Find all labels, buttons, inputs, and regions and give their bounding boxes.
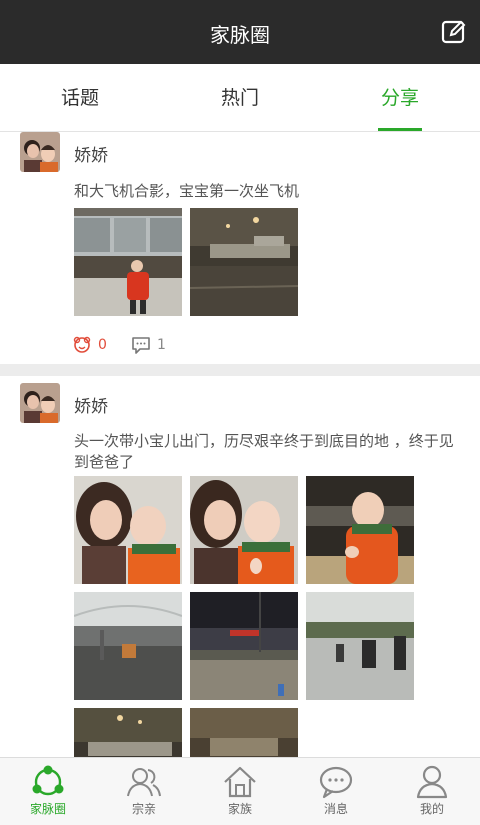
bottom-nav: 家脉圈 宗亲 家族 消息 我的 — [0, 757, 480, 825]
post-photo[interactable] — [306, 476, 414, 584]
comment-count: 1 — [157, 337, 166, 353]
home-icon — [224, 766, 256, 798]
post-item: 娇娇 头一次带小宝儿出门，历尽艰辛终于到底目的地 ，终于见到爸爸了 — [0, 376, 480, 757]
post-photo[interactable] — [74, 708, 182, 757]
tab-topics[interactable]: 话题 — [0, 64, 160, 132]
like-count: 0 — [98, 337, 107, 353]
tab-popular[interactable]: 热门 — [160, 64, 320, 132]
post-photo[interactable] — [190, 592, 298, 700]
active-tab-indicator — [378, 128, 422, 131]
post-photo[interactable] — [190, 708, 298, 757]
post-text: 和大飞机合影，宝宝第一次坐飞机 — [74, 182, 300, 200]
post-item: 娇娇 和大飞机合影，宝宝第一次坐飞机 0 1 — [0, 132, 480, 364]
message-icon — [319, 766, 353, 799]
comment-button[interactable]: 1 — [131, 335, 166, 355]
post-author[interactable]: 娇娇 — [74, 392, 108, 417]
post-photo[interactable] — [190, 476, 298, 584]
nav-clan[interactable]: 家族 — [192, 758, 288, 825]
nav-family-circle[interactable]: 家脉圈 — [0, 758, 96, 825]
post-photo[interactable] — [74, 476, 182, 584]
profile-icon — [416, 765, 448, 799]
feed-list[interactable]: 娇娇 和大飞机合影，宝宝第一次坐飞机 0 1 娇娇 头一次带小宝儿出门，历尽艰辛… — [0, 132, 480, 757]
nav-label: 消息 — [323, 802, 348, 816]
post-photo[interactable] — [74, 592, 182, 700]
post-divider — [0, 364, 480, 376]
tab-share[interactable]: 分享 — [320, 64, 480, 132]
tab-bar: 话题 热门 分享 — [0, 64, 480, 132]
page-title: 家脉圈 — [210, 23, 270, 47]
avatar[interactable] — [20, 383, 60, 423]
nav-profile[interactable]: 我的 — [384, 758, 480, 825]
post-text: 头一次带小宝儿出门，历尽艰辛终于到底目的地 ，终于见到爸爸了 — [74, 432, 454, 471]
family-circle-icon — [32, 765, 64, 796]
nav-relatives[interactable]: 宗亲 — [96, 758, 192, 825]
relatives-icon — [127, 768, 161, 797]
nav-label: 家脉圈 — [29, 802, 66, 816]
nav-label: 宗亲 — [131, 802, 156, 816]
like-button[interactable]: 0 — [72, 335, 107, 355]
like-icon — [73, 336, 91, 353]
comment-icon — [132, 337, 150, 354]
avatar[interactable] — [20, 132, 60, 172]
nav-label: 家族 — [227, 802, 252, 816]
app-header: 家脉圈 — [0, 0, 480, 64]
post-author[interactable]: 娇娇 — [74, 141, 108, 166]
nav-messages[interactable]: 消息 — [288, 758, 384, 825]
post-photo[interactable] — [306, 592, 414, 700]
post-photo[interactable] — [190, 208, 298, 316]
post-photo[interactable] — [74, 208, 182, 316]
nav-label: 我的 — [419, 802, 444, 816]
compose-button[interactable] — [441, 19, 467, 45]
compose-icon — [441, 20, 466, 44]
